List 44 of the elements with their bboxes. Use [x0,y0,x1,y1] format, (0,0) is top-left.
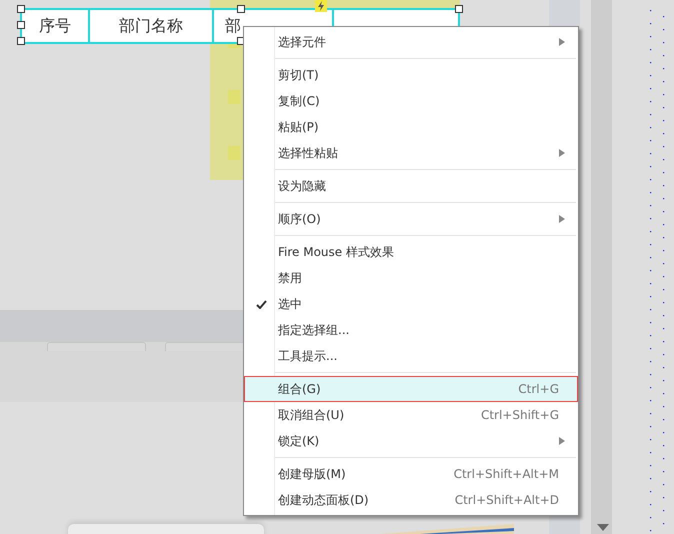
menu-item[interactable]: 选择性粘贴 [244,140,578,166]
menu-item-label: 指定选择组... [278,322,350,338]
menu-item-label: 创建母版(M) [278,466,346,482]
shortcut-label: Ctrl+G [518,382,559,396]
menu-item-label: 组合(G) [278,380,321,398]
menu-item-label: Fire Mouse 样式效果 [278,244,394,260]
menu-item[interactable]: 选中 [244,291,578,317]
shortcut-label: Ctrl+Shift+G [480,408,559,422]
menu-item[interactable]: 顺序(O) [244,206,578,232]
shortcut-label: Ctrl+Shift+Alt+M [454,467,559,481]
menu-item-label: 粘贴(P) [278,118,319,136]
scrollbar[interactable] [591,0,612,534]
menu-item[interactable]: 禁用 [244,265,578,291]
menu-item[interactable]: 组合(G) Ctrl+G [244,376,578,402]
menu-item-label: 取消组合(U) [278,406,344,424]
menu-item-label: 顺序(O) [278,210,321,228]
menu-item-label: 设为隐藏 [278,178,326,194]
panel-marker [228,146,240,160]
menu-item[interactable]: 创建动态面板(D) Ctrl+Shift+Alt+D [244,487,578,513]
menu-item[interactable]: 设为隐藏 [244,173,578,199]
resize-handle[interactable] [237,5,245,13]
resize-handle[interactable] [455,5,463,13]
menu-item[interactable]: 复制(C) [244,88,578,114]
menu-item[interactable]: 创建母版(M) Ctrl+Shift+Alt+M [244,461,578,487]
shortcut-label: Ctrl+Shift+Alt+D [454,493,559,507]
menu-item[interactable]: 锁定(K) [244,428,578,454]
scroll-down-icon[interactable] [597,524,609,532]
menu-item-label: 锁定(K) [278,432,320,450]
menu-item-label: 剪切(T) [278,66,319,84]
menu-item-label: 选中 [278,296,302,312]
column-header: 部门名称 [90,10,214,42]
panel-marker [228,90,240,104]
menu-item[interactable]: 剪切(T) [244,62,578,88]
menu-item[interactable]: Fire Mouse 样式效果 [244,239,578,265]
menu-item-label: 禁用 [278,270,302,286]
menu-item[interactable]: 工具提示... [244,343,578,369]
menu-item[interactable]: 粘贴(P) [244,114,578,140]
menu-item-label: 复制(C) [278,92,320,110]
menu-item[interactable]: 指定选择组... [244,317,578,343]
menu-item-label: 选择性粘贴 [278,144,338,162]
menu-item-label: 创建动态面板(D) [278,492,369,508]
menu-item[interactable]: 取消组合(U) Ctrl+Shift+G [244,402,578,428]
lightning-icon[interactable] [315,0,327,12]
menu-item-label: 工具提示... [278,348,338,364]
